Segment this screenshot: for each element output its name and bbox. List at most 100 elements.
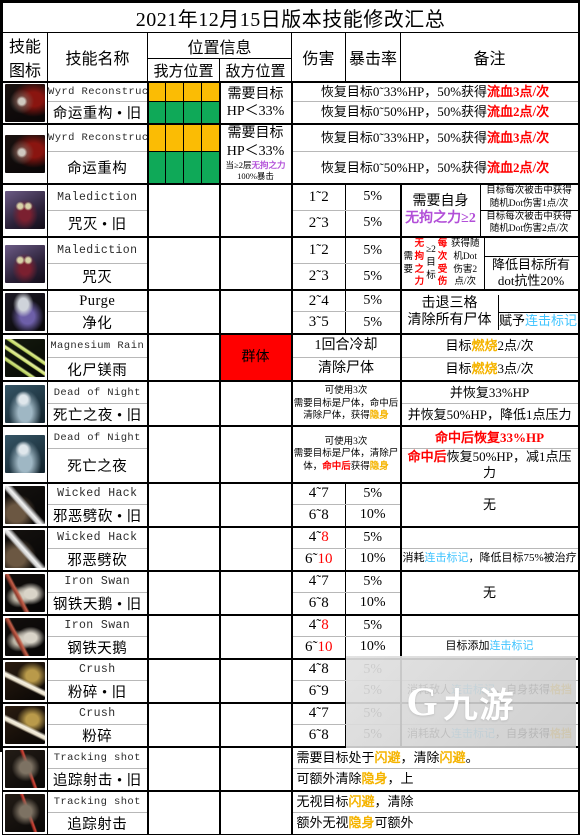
ally-position-grid (146, 701, 221, 748)
skill-name-cn: 邪恶劈砍 (47, 547, 148, 572)
notes-text: 消耗敌人连击标记，自身获得格挡 (407, 684, 573, 697)
enemy-position-grid: 群体 (218, 333, 293, 382)
table-row: Wicked Hack 4˜8 5% (2, 525, 580, 572)
damage-value: 2˜3 (291, 209, 346, 238)
skill-name-cn: 钢铁天鹅 (47, 635, 148, 660)
enemy-position-grid (218, 657, 293, 704)
header-row-1: 技能 图标 技能名称 位置信息 伤害 暴击率 备注 (2, 31, 580, 83)
crit-value: 5% (345, 209, 401, 238)
skill-name-cn: 死亡之夜 • 旧 (47, 403, 148, 427)
notes-cell: 并恢复33%HP (399, 380, 580, 405)
skill-name-cn: 追踪射击 • 旧 (47, 767, 148, 792)
enemy-position-note: 需要目标HP＜33% 当≥2层无拘之力100%暴击 (218, 123, 293, 185)
notes-text: 目标每次被击中获得随机Dot伤害2点/次 (486, 211, 572, 235)
notes-cell (399, 657, 580, 681)
notes-cell: 目标添加连击标记 (399, 635, 580, 660)
damage-value: 1˜2 (291, 235, 346, 265)
enemy-requirement-sub: 当≥2层无拘之力100%暴击 (225, 160, 286, 182)
full-width-note-2-text: 可额外清除隐身，上 (296, 771, 414, 787)
enemy-position-grid (218, 569, 293, 616)
skill-icon-wyrd-reconstruction (5, 84, 45, 122)
position-cell-1 (149, 102, 167, 123)
skill-name-en: Wicked Hack (47, 525, 148, 549)
position-cell-1 (149, 83, 167, 101)
header-position-info: 位置信息 (147, 31, 292, 60)
table-row-cont: 命运重构 • 旧 恢复目标0˜50%HP，50%获得流血2点/次 (3, 101, 580, 125)
skill-changes-table: 2021年12月15日版本技能修改汇总 技能 图标 技能名称 位置信息 伤害 暴… (1, 2, 580, 835)
damage-value: 6˜8 (291, 591, 346, 616)
cooldown-line-1: 1回合冷却 (291, 333, 401, 359)
notes-text: 消耗敌人连击标记，自身获得格挡 (407, 728, 573, 741)
skill-changes-table-sheet: 2021年12月15日版本技能修改汇总 技能 图标 技能名称 位置信息 伤害 暴… (0, 0, 580, 835)
effect-line-2-text: 恢复目标0˜50%HP，50%获得流血2点/次 (320, 159, 550, 175)
damage-value: 4˜7 (291, 569, 346, 593)
skill-icon-wicked-hack (5, 485, 45, 524)
skill-name-en: Crush (47, 701, 148, 725)
position-cell-4 (201, 102, 218, 123)
skill-icon-cell (2, 81, 48, 125)
usage-count-text: 可使用3次 (324, 436, 368, 447)
effect-line-2: 清除所有尸体 (407, 313, 492, 329)
table-row: Malediction 1˜2 5% 需要自身 无拘之力≥2 目标每次被击中获得随机… (2, 182, 580, 238)
header-enemy-position: 敌方位置 (219, 58, 292, 83)
crit-value: 5% (345, 263, 401, 291)
crit-value: 10% (345, 635, 401, 660)
notes-cell: 命中后恢复50%HP，减1点压力 (399, 448, 580, 484)
ally-position-grid (146, 380, 221, 427)
notes-text: 目标每次被击中获得随机Dot伤害1点/次 (480, 186, 577, 211)
effect-line-1: 击退三格 (421, 295, 478, 311)
skill-icon-magnesium-rain (5, 338, 45, 377)
crit-value: 5% (345, 679, 401, 704)
crit-value: 5% (345, 569, 401, 593)
damage-value: 6˜8 (291, 503, 346, 528)
skill-icon-cell (2, 701, 48, 748)
crit-value: 10% (345, 547, 401, 572)
position-cell-1 (149, 152, 167, 183)
notes-text: 目标燃烧2点/次 (445, 338, 534, 354)
ally-position-grid (146, 235, 221, 291)
damage-value: 3˜5 (291, 311, 346, 335)
skill-name-en: Iron Swan (47, 569, 148, 593)
notes-text: 并恢复50%HP，降低1点压力 (407, 406, 572, 422)
skill-name-en: Purge (47, 289, 148, 313)
skill-icon-cell (2, 333, 48, 382)
ally-position-grid (146, 289, 221, 335)
ally-position-grid (146, 789, 221, 835)
effect-line-1-text: 恢复目标0˜33%HP，50%获得流血3点/次 (320, 83, 550, 99)
crit-value: 5% (345, 182, 401, 211)
skill-icon-cell (2, 123, 48, 185)
table-row-cont: 粉碎 • 旧 6˜9 5% 消耗敌人连击标记，自身获得格挡 (3, 679, 580, 704)
skill-name-en: Tracking shot (47, 745, 148, 769)
enemy-position-grid (218, 701, 293, 748)
skill-name-cn: 粉碎 (47, 723, 148, 748)
damage-value: 4˜7 (291, 701, 346, 725)
damage-value: 1˜2 (291, 182, 346, 211)
skill-icon-purge (5, 293, 45, 332)
notes-text: 命中后恢复50%HP，减1点压力 (407, 449, 572, 481)
skill-name-en: Malediction (47, 182, 148, 211)
skill-icon-cell (2, 569, 48, 616)
enemy-position-grid (218, 481, 293, 528)
skill-name-cn: 命运重构 • 旧 (47, 101, 148, 125)
effect-line-1: 恢复目标0˜33%HP，50%获得流血3点/次 (290, 81, 580, 102)
notes-cell: 消耗敌人连击标记，自身获得格挡 (399, 723, 580, 748)
skill-name-en: Iron Swan (47, 613, 148, 637)
skill-name-cn: 咒灭 (47, 263, 148, 291)
notes-cell: 需要自身 无拘之力≥2 目标每次被击中获得随机Dot伤害1点/次 目标每次被击中获得随… (399, 182, 580, 238)
notes-cell (399, 701, 580, 725)
table-row: Malediction 1˜2 5% 需要 无拘之力 ≥2 目标 每次受伤 获得随机Do… (2, 235, 580, 292)
full-width-note-2: 可额外清除隐身，上 (290, 767, 580, 792)
skill-name-en: Dead of Night (47, 380, 148, 405)
enemy-position-grid (218, 789, 293, 835)
table-row-cont: 化尸镁雨 清除尸体 目标燃烧3点/次 (3, 357, 580, 382)
table-row: Crush 4˜8 5% (2, 657, 580, 704)
crit-value: 10% (345, 503, 401, 528)
table-row: Wicked Hack 4˜7 5% 无 (2, 481, 580, 528)
skill-name-cn: 化尸镁雨 (47, 357, 148, 382)
notes-cell: 无 (399, 481, 580, 528)
crit-value: 5% (345, 723, 401, 748)
position-cell-3 (184, 83, 202, 101)
skill-icon-malediction (5, 191, 45, 230)
notes-text: 并恢复33%HP (449, 384, 530, 400)
ally-position-grid-2 (146, 101, 221, 125)
